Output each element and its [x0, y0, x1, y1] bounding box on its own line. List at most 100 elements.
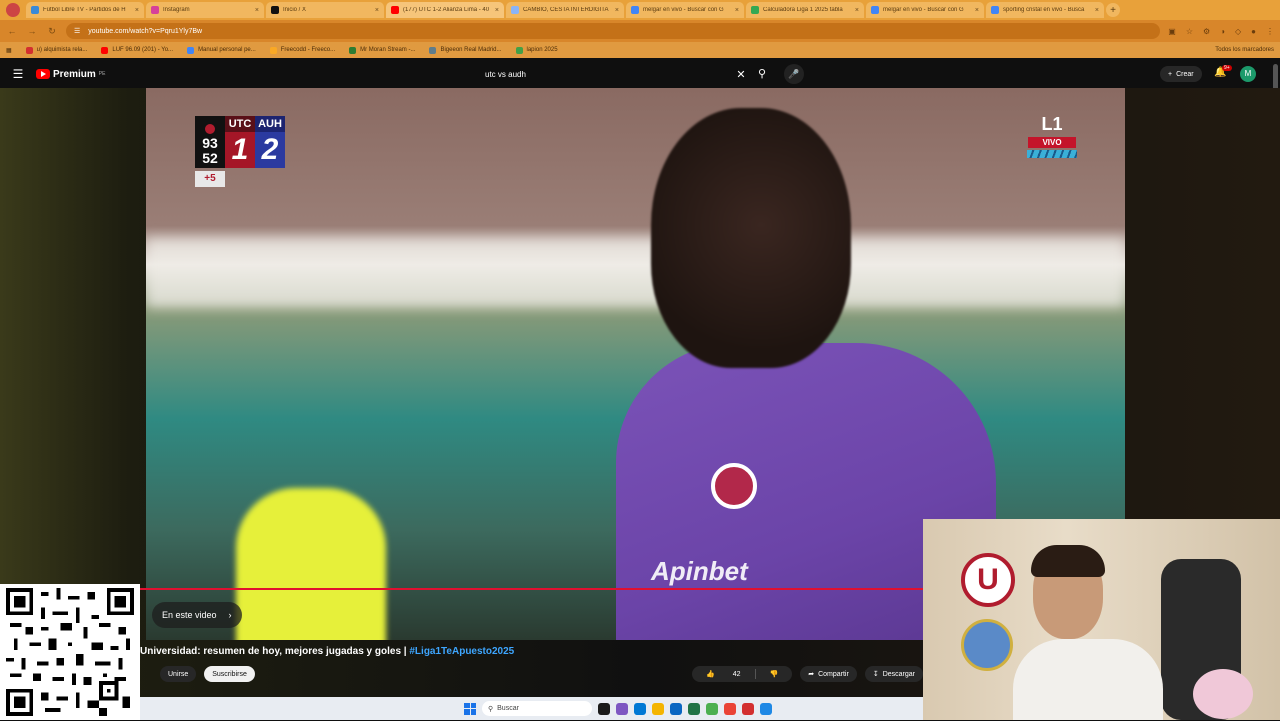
- clock-second: 52: [202, 150, 218, 166]
- taskbar-app-icon[interactable]: [742, 702, 754, 715]
- taskbar-app-icon[interactable]: [670, 702, 682, 715]
- taskbar-app-icon[interactable]: [652, 702, 664, 715]
- taskbar-app-icon[interactable]: [634, 702, 646, 715]
- taskbar-app-icon[interactable]: [598, 702, 610, 715]
- bookmark-item[interactable]: Mr Moran Stream -...: [349, 46, 416, 54]
- browser-tab[interactable]: Fútbol Libre TV - Partidos de H ×: [26, 2, 144, 18]
- video-hashtag[interactable]: #Liga1TeApuesto2025: [409, 646, 514, 657]
- team-away-abbr: AUH: [255, 116, 285, 132]
- windows-start-icon[interactable]: [464, 702, 476, 715]
- tab-close-icon[interactable]: ×: [615, 7, 619, 14]
- tab-favicon-icon: [151, 6, 159, 14]
- menu-icon[interactable]: ⋮: [1266, 27, 1274, 36]
- tab-list: Fútbol Libre TV - Partidos de H × Instagra…: [26, 2, 1104, 18]
- all-bookmarks-link[interactable]: Todos los marcadores: [1215, 47, 1274, 53]
- microphone-icon[interactable]: 🎤: [784, 64, 804, 84]
- in-this-video-button[interactable]: En este video ›: [152, 602, 242, 628]
- tab-close-icon[interactable]: ×: [855, 7, 859, 14]
- bookmark-item[interactable]: Freecodd - Freeco...: [269, 46, 335, 54]
- youtube-logo[interactable]: Premium PE: [36, 69, 105, 80]
- manchester-city-crest: [961, 619, 1013, 671]
- taskbar-app-icon[interactable]: [688, 702, 700, 715]
- extension-icon[interactable]: ⚙: [1203, 27, 1210, 36]
- create-button[interactable]: + Crear: [1160, 66, 1202, 82]
- share-label: Compartir: [818, 670, 849, 678]
- tab-close-icon[interactable]: ×: [375, 7, 379, 14]
- clear-search-icon[interactable]: ✕: [732, 68, 750, 81]
- team-home-goals: 1: [225, 132, 255, 168]
- download-button[interactable]: ↧ Descargar: [864, 666, 923, 682]
- dislike-button[interactable]: 👎: [756, 670, 793, 678]
- tab-label: (177) UTC 1-2 Alianza Lima - 40: [403, 7, 490, 13]
- extension-icon-3[interactable]: ◇: [1235, 27, 1241, 36]
- taskbar-search[interactable]: ⚲ Buscar: [482, 701, 592, 716]
- address-bar[interactable]: ☰ youtube.com/watch?v=Pqru1Yly7Bw: [66, 23, 1161, 39]
- match-clock: 93 52: [195, 116, 225, 168]
- bookmark-star-icon[interactable]: ☆: [1186, 27, 1193, 36]
- tab-close-icon[interactable]: ×: [255, 7, 259, 14]
- bookmark-favicon-icon: [25, 46, 33, 54]
- tab-close-icon[interactable]: ×: [735, 7, 739, 14]
- video-progress-bar[interactable]: [140, 588, 923, 590]
- profile-icon[interactable]: ●: [1251, 27, 1256, 36]
- search-input[interactable]: utc vs audh: [478, 70, 732, 79]
- chapter-label: En este video: [162, 610, 217, 620]
- tab-favicon-icon: [391, 6, 399, 14]
- qr-code: [0, 584, 140, 720]
- bookmark-item[interactable]: lapion 2025: [515, 46, 558, 54]
- subscribe-button[interactable]: Suscribirse: [204, 666, 255, 682]
- bookmark-label: Manual personal pe...: [198, 47, 256, 53]
- forward-icon[interactable]: →: [26, 26, 38, 36]
- taskbar-app-icon[interactable]: [616, 702, 628, 715]
- universitario-crest: U: [961, 553, 1015, 607]
- bookmark-label: Mr Moran Stream -...: [360, 47, 416, 53]
- join-button[interactable]: Unirse: [160, 666, 197, 682]
- back-icon[interactable]: ←: [6, 26, 18, 36]
- bookmark-item[interactable]: Bigeeon Real Madrid...: [429, 46, 502, 54]
- reload-icon[interactable]: ↻: [46, 26, 58, 37]
- tab-close-icon[interactable]: ×: [975, 7, 979, 14]
- browser-tab[interactable]: (177) UTC 1-2 Alianza Lima - 40 ×: [386, 2, 504, 18]
- share-button[interactable]: ➦ Compartir: [800, 666, 857, 682]
- tab-close-icon[interactable]: ×: [495, 7, 499, 14]
- download-icon: ↧: [872, 671, 879, 678]
- tab-label: melgar en vivo - Buscar con G: [643, 7, 724, 13]
- browser-tab[interactable]: Instagram ×: [146, 2, 264, 18]
- cast-icon[interactable]: ▣: [1168, 27, 1176, 36]
- team-away-goals: 2: [255, 132, 285, 168]
- extension-icon-2[interactable]: ◑: [1220, 27, 1225, 36]
- taskbar-app-icon[interactable]: [706, 702, 718, 715]
- tab-search-button[interactable]: [6, 3, 20, 17]
- new-tab-button[interactable]: +: [1106, 3, 1120, 17]
- tab-favicon-icon: [871, 6, 879, 14]
- browser-tab[interactable]: Inicio / X ×: [266, 2, 384, 18]
- plush-toy: [1193, 669, 1253, 719]
- site-info-icon[interactable]: ☰: [74, 27, 80, 35]
- browser-tabstrip: Fútbol Libre TV - Partidos de H × Instagra…: [0, 0, 1280, 20]
- taskbar-app-icon[interactable]: [760, 702, 772, 715]
- search-box[interactable]: utc vs audh ✕: [478, 64, 750, 84]
- browser-tab[interactable]: sporting cristal en vivo - Busca ×: [986, 2, 1104, 18]
- video-title-text: Universidad: resumen de hoy, mejores jug…: [140, 646, 410, 657]
- streamer-webcam: U: [923, 519, 1280, 720]
- download-label: Descargar: [882, 670, 915, 678]
- browser-tab[interactable]: CAMBIO, CESTA INTERDIGITA ×: [506, 2, 624, 18]
- bookmark-favicon-icon: [515, 46, 523, 54]
- browser-tab[interactable]: melgar en vivo - Buscar con G ×: [626, 2, 744, 18]
- taskbar-app-icon[interactable]: [724, 702, 736, 715]
- tab-close-icon[interactable]: ×: [135, 7, 139, 14]
- tab-label: Calculadora Liga 1 2025 tabla: [763, 7, 843, 13]
- apps-icon[interactable]: ▦: [6, 47, 12, 54]
- bookmark-item[interactable]: Manual personal pe...: [187, 46, 256, 54]
- guide-menu-icon[interactable]: ☰: [0, 67, 36, 81]
- search-icon[interactable]: ⚲: [752, 64, 772, 84]
- browser-tab[interactable]: Calculadora Liga 1 2025 tabla ×: [746, 2, 864, 18]
- browser-tab[interactable]: melgar en vivo - Buscar con G ×: [866, 2, 984, 18]
- bookmark-item[interactable]: u) alquimista rela...: [25, 46, 87, 54]
- tab-close-icon[interactable]: ×: [1095, 7, 1099, 14]
- account-avatar[interactable]: M: [1240, 66, 1256, 82]
- bookmark-item[interactable]: LUF 96.09 (201) - Yo...: [101, 46, 173, 54]
- like-dislike-group: 👍 42 👎: [691, 666, 793, 682]
- league-logo: L1: [1041, 114, 1063, 134]
- like-button[interactable]: 👍 42: [692, 670, 755, 679]
